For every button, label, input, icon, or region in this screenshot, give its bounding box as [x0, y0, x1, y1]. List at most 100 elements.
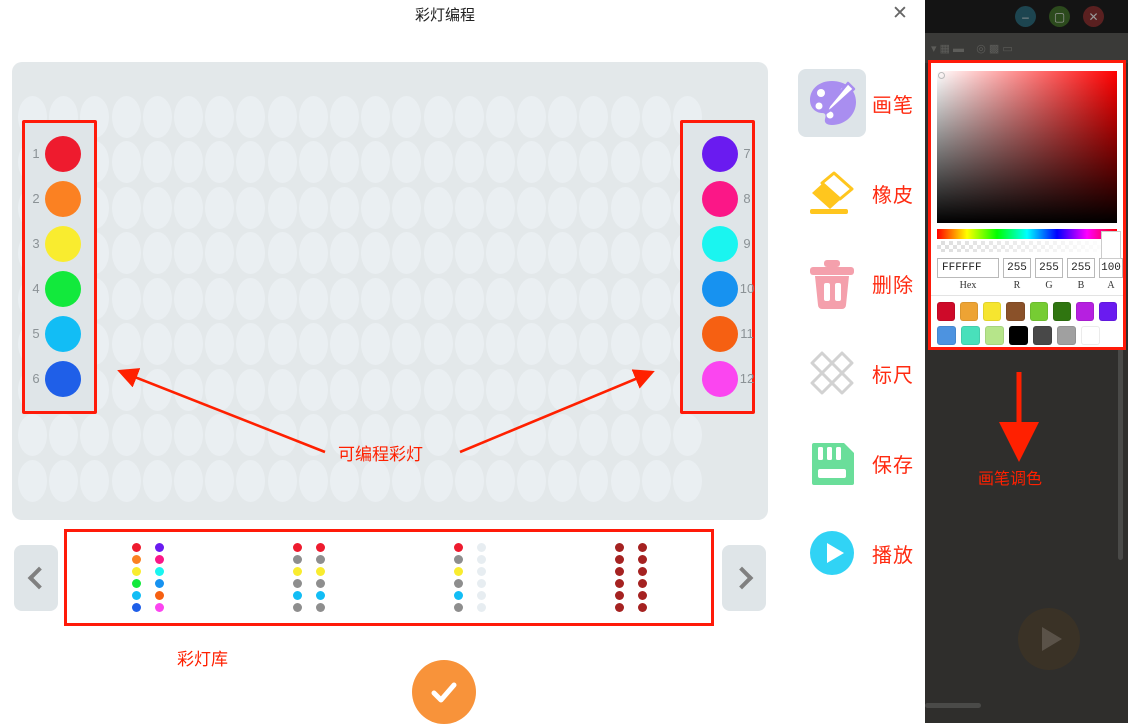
grid-dot[interactable]: [267, 368, 297, 411]
grid-dot[interactable]: [267, 459, 297, 502]
grid-dot[interactable]: [392, 186, 422, 229]
grid-dot[interactable]: [329, 459, 359, 502]
library-next-button[interactable]: [722, 545, 766, 611]
grid-dot[interactable]: [517, 277, 547, 320]
grid-dot[interactable]: [361, 459, 391, 502]
grid-dot[interactable]: [267, 186, 297, 229]
grid-dot[interactable]: [142, 414, 172, 457]
close-icon[interactable]: ✕: [888, 0, 912, 26]
led-light[interactable]: [45, 270, 81, 307]
led-row[interactable]: 10: [683, 266, 758, 311]
grid-dot[interactable]: [174, 277, 204, 320]
grid-dot[interactable]: [579, 141, 609, 184]
color-swatch[interactable]: [983, 302, 1002, 321]
grid-dot[interactable]: [610, 459, 640, 502]
grid-dot[interactable]: [236, 141, 266, 184]
confirm-button[interactable]: [412, 660, 476, 724]
grid-dot[interactable]: [548, 323, 578, 366]
grid-dot[interactable]: [673, 414, 703, 457]
grid-dot[interactable]: [423, 232, 453, 275]
grid-dot[interactable]: [641, 141, 671, 184]
eraser-icon[interactable]: [798, 159, 866, 227]
grid-dot[interactable]: [329, 232, 359, 275]
grid-dot[interactable]: [267, 95, 297, 138]
grid-dot[interactable]: [579, 414, 609, 457]
blue-input[interactable]: 255: [1067, 258, 1095, 278]
led-row[interactable]: 6: [25, 356, 100, 401]
alpha-slider[interactable]: [937, 240, 1117, 253]
grid-dot[interactable]: [517, 232, 547, 275]
grid-dot[interactable]: [517, 95, 547, 138]
grid-dot[interactable]: [111, 186, 141, 229]
grid-dot[interactable]: [111, 368, 141, 411]
grid-dot[interactable]: [174, 95, 204, 138]
grid-dot[interactable]: [423, 459, 453, 502]
grid-dot[interactable]: [485, 414, 515, 457]
library-item[interactable]: [228, 532, 389, 623]
grid-dot[interactable]: [610, 186, 640, 229]
grid-dot[interactable]: [205, 459, 235, 502]
grid-dot[interactable]: [361, 368, 391, 411]
grid-dot[interactable]: [111, 95, 141, 138]
color-swatch[interactable]: [1006, 302, 1025, 321]
tool-eraser[interactable]: 橡皮: [798, 148, 922, 238]
grid-dot[interactable]: [517, 323, 547, 366]
grid-dot[interactable]: [485, 323, 515, 366]
grid-dot[interactable]: [548, 186, 578, 229]
grid-dot[interactable]: [454, 141, 484, 184]
grid-dot[interactable]: [205, 186, 235, 229]
grid-dot[interactable]: [142, 277, 172, 320]
led-row[interactable]: 9: [683, 221, 758, 266]
grid-dot[interactable]: [392, 368, 422, 411]
brush-palette-icon[interactable]: [798, 69, 866, 137]
grid-dot[interactable]: [236, 368, 266, 411]
grid-dot[interactable]: [111, 232, 141, 275]
color-swatch[interactable]: [1057, 326, 1076, 345]
grid-dot[interactable]: [423, 368, 453, 411]
grid-dot[interactable]: [111, 141, 141, 184]
grid-dot[interactable]: [485, 186, 515, 229]
grid-dot[interactable]: [485, 95, 515, 138]
grid-dot[interactable]: [236, 95, 266, 138]
grid-dot[interactable]: [610, 368, 640, 411]
grid-dot[interactable]: [298, 141, 328, 184]
grid-dot[interactable]: [142, 141, 172, 184]
grid-dot[interactable]: [329, 277, 359, 320]
grid-dot[interactable]: [454, 95, 484, 138]
grid-dot[interactable]: [298, 368, 328, 411]
color-swatch[interactable]: [960, 302, 979, 321]
grid-dot[interactable]: [517, 141, 547, 184]
grid-dot[interactable]: [205, 414, 235, 457]
led-row[interactable]: 7: [683, 131, 758, 176]
grid-dot[interactable]: [423, 323, 453, 366]
grid-dot[interactable]: [205, 141, 235, 184]
grid-dot[interactable]: [205, 323, 235, 366]
color-swatch[interactable]: [985, 326, 1004, 345]
led-row[interactable]: 1: [25, 131, 100, 176]
grid-dot[interactable]: [174, 414, 204, 457]
led-strip-left[interactable]: 1 2 3 4 5 6: [22, 120, 97, 414]
grid-dot[interactable]: [142, 232, 172, 275]
led-row[interactable]: 11: [683, 311, 758, 356]
grid-dot[interactable]: [267, 141, 297, 184]
led-light[interactable]: [45, 135, 81, 172]
color-picker-panel[interactable]: FFFFFF Hex 255 R 255 G 255 B 100 A: [928, 60, 1126, 350]
grid-dot[interactable]: [298, 414, 328, 457]
grid-dot[interactable]: [485, 277, 515, 320]
library-item[interactable]: [389, 532, 550, 623]
led-light[interactable]: [702, 360, 738, 397]
grid-dot[interactable]: [641, 232, 671, 275]
grid-dot[interactable]: [392, 232, 422, 275]
grid-dot[interactable]: [392, 323, 422, 366]
grid-dot[interactable]: [548, 459, 578, 502]
grid-dot[interactable]: [673, 459, 703, 502]
hex-input[interactable]: FFFFFF: [937, 258, 999, 278]
led-row[interactable]: 12: [683, 356, 758, 401]
led-row[interactable]: 8: [683, 176, 758, 221]
grid-dot[interactable]: [236, 459, 266, 502]
led-row[interactable]: 4: [25, 266, 100, 311]
color-swatch[interactable]: [1029, 302, 1048, 321]
grid-dot[interactable]: [111, 323, 141, 366]
grid-dot[interactable]: [142, 368, 172, 411]
grid-dot[interactable]: [454, 186, 484, 229]
